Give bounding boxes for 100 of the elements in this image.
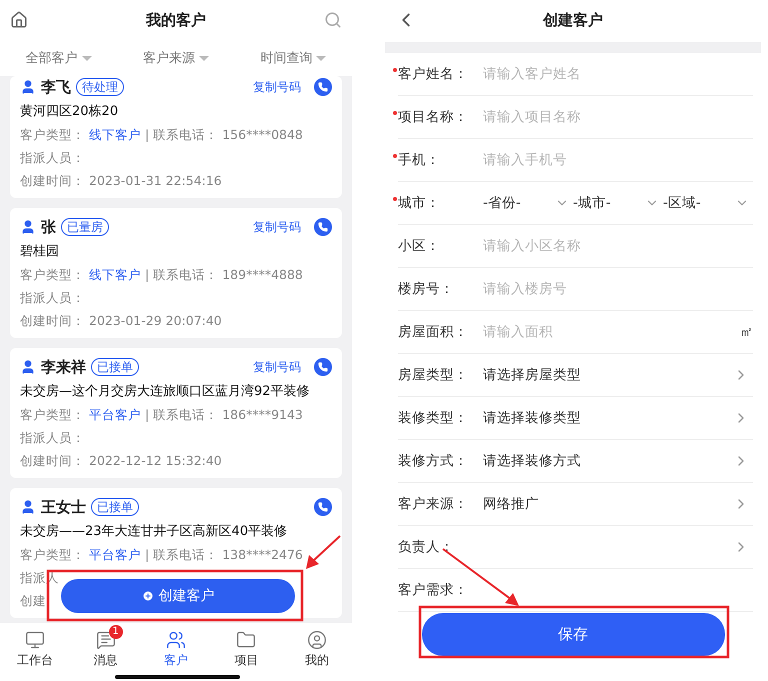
create-customer-button[interactable]: 创建客户: [61, 579, 295, 613]
created-time: 2023-01-29 20:07:40: [89, 312, 222, 330]
phone-icon[interactable]: [314, 218, 332, 236]
phone-icon[interactable]: [314, 78, 332, 96]
field-label: 客户类型：: [20, 126, 85, 144]
phone-icon[interactable]: [314, 358, 332, 376]
pointer-arrow: [306, 535, 341, 569]
field-label: 房屋类型：: [398, 366, 469, 384]
field-label: 楼房号：: [398, 280, 455, 298]
picker-field[interactable]: 请选择房屋类型: [483, 366, 753, 384]
field-label: 创建: [20, 592, 46, 610]
person-icon: [306, 630, 327, 650]
person-icon: [20, 219, 36, 235]
customer-name: 李飞: [41, 78, 71, 96]
field-label: 客户类型：: [20, 406, 85, 424]
input-field[interactable]: 请输入楼房号: [483, 281, 753, 297]
address-text: 未交房—这个月交房大连旅顺口区蓝月湾92平装修: [20, 383, 311, 401]
customer-type: 线下客户: [89, 266, 141, 284]
picker-field[interactable]: 网络推广: [483, 495, 753, 513]
separator: |: [145, 266, 150, 284]
customer-type: 线下客户: [89, 126, 141, 144]
field-label: 联系电话：: [153, 546, 218, 564]
field-label: 创建时间：: [20, 172, 85, 190]
field-label: 客户类型：: [20, 546, 85, 564]
status-tag: 待处理: [76, 78, 124, 96]
input-field[interactable]: 请输入手机号: [483, 152, 753, 168]
customer-name: 李来祥: [41, 358, 86, 376]
person-icon: [20, 79, 36, 95]
field-label: 联系电话：: [153, 126, 218, 144]
customer-card[interactable]: 张 已量房 复制号码 碧桂园 客户类型： 线下客户 | 联系电话： 189****4888 指派人员： 创建时间： 2023-01-29 20:07:40: [10, 208, 342, 338]
field-label: 房屋面积：: [398, 323, 469, 341]
tab[interactable]: 我的: [288, 625, 345, 669]
address-text: 碧桂园: [20, 243, 60, 261]
dropdown[interactable]: -区域-: [663, 194, 753, 212]
customer-name: 张: [41, 218, 56, 236]
tab[interactable]: 客户: [148, 625, 204, 669]
created-time: 2023-01-31 22:54:16: [89, 172, 222, 190]
copy-number-link[interactable]: 复制号码: [253, 358, 301, 376]
field-label: 联系电话：: [153, 406, 218, 424]
tab[interactable]: 工作台: [7, 625, 64, 669]
field-label: 指派人员：: [20, 429, 85, 447]
unit-label: ㎡: [740, 324, 753, 341]
filter-dropdown[interactable]: 客户来源: [142, 49, 209, 67]
status-tag: 已接单: [91, 498, 139, 516]
filter-dropdown[interactable]: 时间查询: [260, 49, 326, 67]
field-label: 创建时间：: [20, 452, 85, 470]
save-button[interactable]: 保存: [422, 613, 724, 656]
field-label: 客户需求：: [398, 581, 469, 599]
field-label: 创建时间：: [20, 312, 85, 330]
person-icon: [20, 359, 36, 375]
field-label: 客户来源：: [398, 495, 469, 513]
dropdown[interactable]: -城市-: [573, 194, 663, 212]
status-tag: 已量房: [61, 218, 109, 236]
customer-type: 平台客户: [89, 546, 141, 564]
input-field[interactable]: 请输入面积: [483, 324, 740, 340]
field-label: 联系电话：: [153, 266, 218, 284]
monitor-icon: [25, 630, 46, 650]
input-field[interactable]: 请输入项目名称: [483, 109, 753, 125]
phone-number: 138****2476: [222, 546, 303, 564]
separator: |: [145, 126, 150, 144]
phone-number: 189****4888: [222, 266, 303, 284]
tab[interactable]: 1 消息: [78, 625, 134, 669]
field-label: 小区：: [398, 237, 441, 255]
picker-field[interactable]: 请选择装修方式: [483, 452, 753, 470]
tab[interactable]: 项目: [218, 625, 274, 669]
page-title: 我的客户: [146, 10, 206, 30]
filter-dropdown[interactable]: 全部客户: [26, 49, 92, 67]
separator: |: [145, 406, 150, 424]
field-label: 项目名称：: [398, 108, 469, 126]
person-icon: [20, 499, 36, 515]
input-field[interactable]: 请输入小区名称: [483, 238, 753, 254]
customer-type: 平台客户: [89, 406, 141, 424]
phone-icon[interactable]: [314, 498, 332, 516]
folder-icon: [236, 630, 256, 650]
separator: |: [145, 546, 150, 564]
copy-number-link[interactable]: 复制号码: [253, 218, 301, 236]
field-label: 装修方式：: [398, 452, 469, 470]
field-label: 指派人员：: [20, 149, 85, 167]
created-time: 2022-12-12 15:32:40: [89, 452, 222, 470]
field-label: 指派人员：: [20, 289, 85, 307]
address-text: 未交房——23年大连甘井子区高新区40平装修: [20, 523, 288, 541]
field-label: 客户姓名：: [398, 65, 469, 83]
page-title: 创建客户: [543, 10, 603, 30]
home-icon[interactable]: [10, 11, 28, 29]
picker-field[interactable]: 请选择装修类型: [483, 409, 753, 427]
customer-name: 王女士: [41, 498, 86, 516]
field-label: 城市：: [398, 194, 441, 212]
people-icon: [166, 630, 186, 650]
field-label: 装修类型：: [398, 409, 469, 427]
address-text: 黄河四区20栋20: [20, 103, 120, 121]
customer-card[interactable]: 李飞 待处理 复制号码 黄河四区20栋20 客户类型： 线下客户 | 联系电话： 156****0848 指派人员： 创建时间： 2023-01-31 22:54:16: [10, 76, 342, 198]
copy-number-link[interactable]: 复制号码: [253, 78, 301, 96]
unread-badge: 1: [108, 625, 123, 639]
input-field[interactable]: 请输入客户姓名: [483, 66, 753, 82]
phone-number: 156****0848: [222, 126, 303, 144]
customer-card[interactable]: 李来祥 已接单 复制号码 未交房—这个月交房大连旅顺口区蓝月湾92平装修 客户类型： 平台客户 | 联系电话： 186****9143 指派人员： 创建时间： 2022-12-12 15:32:40: [10, 348, 342, 478]
plus-icon: [142, 590, 154, 602]
field-label: 客户类型：: [20, 266, 85, 284]
dropdown[interactable]: -省份-: [483, 194, 573, 212]
status-tag: 已接单: [91, 358, 139, 376]
